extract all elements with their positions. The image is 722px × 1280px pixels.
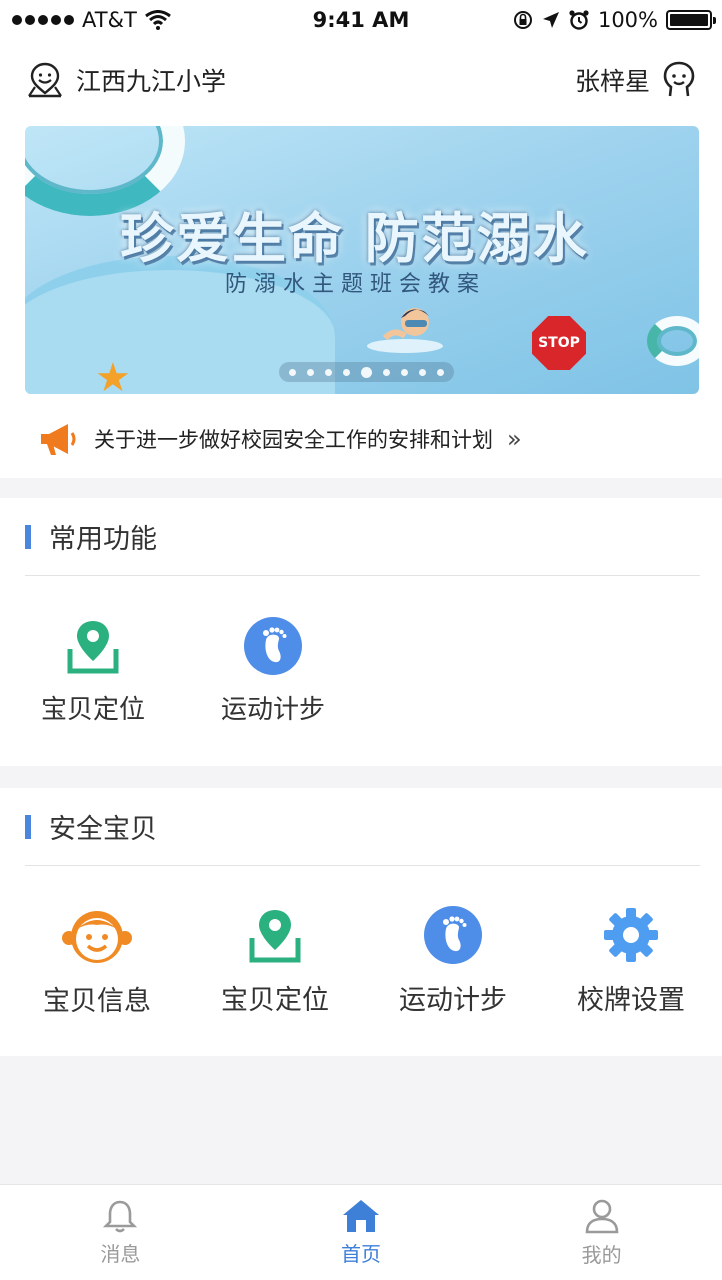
function-baby-location[interactable]: 宝贝定位 [3, 576, 183, 766]
function-step-count[interactable]: 运动计步 [183, 576, 363, 766]
school-name: 江西九江小学 [76, 67, 227, 96]
swimmer-illustration [367, 308, 443, 353]
gear-icon [604, 907, 658, 962]
child-face-icon [62, 910, 132, 963]
battery-percent: 100% [597, 8, 658, 32]
status-left: AT&T [12, 8, 171, 32]
carousel-indicator[interactable] [279, 362, 454, 382]
section-accent-bar [25, 814, 31, 839]
carousel-dot[interactable] [343, 368, 350, 376]
function-label: 运动计步 [220, 694, 325, 725]
footprint-icon [244, 616, 302, 675]
carousel-dot[interactable] [383, 368, 390, 376]
function-label: 运动计步 [399, 984, 507, 1016]
carousel-dot[interactable] [437, 368, 444, 376]
bell-icon [103, 1200, 138, 1233]
status-bar: AT&T 9:41 AM 100% [0, 0, 722, 40]
function-label: 宝贝定位 [221, 984, 329, 1016]
carousel-dot[interactable] [289, 368, 296, 376]
function-label: 宝贝定位 [40, 694, 145, 725]
tab-messages[interactable]: 消息 [0, 1185, 241, 1280]
carousel-dot-active[interactable] [361, 366, 372, 378]
bottom-tab-bar: 消息 首页 我的 [0, 1184, 722, 1280]
carousel-dot[interactable] [401, 368, 408, 376]
notice-more-icon: » [507, 425, 522, 453]
notice-bar[interactable]: 关于进一步做好校园安全工作的安排和计划 » [0, 400, 722, 478]
tab-home[interactable]: 首页 [241, 1185, 482, 1280]
megaphone-icon [41, 424, 76, 455]
status-right: 100% [512, 8, 716, 32]
notice-text: 关于进一步做好校园安全工作的安排和计划 [94, 428, 493, 452]
banner-subtitle: 防溺水主题班会教案 [225, 272, 487, 297]
alarm-icon [569, 10, 589, 30]
section-accent-bar [25, 524, 31, 549]
swim-ring-small-image [647, 316, 699, 366]
section-title: 常用功能 [49, 524, 157, 555]
function-step-count[interactable]: 运动计步 [364, 866, 542, 1056]
signal-icon [12, 15, 74, 25]
carousel-dot[interactable] [419, 368, 426, 376]
function-label: 校牌设置 [577, 984, 685, 1016]
function-label: 宝贝信息 [43, 985, 151, 1017]
starfish-image: ★ [95, 355, 131, 394]
person-icon [585, 1199, 618, 1234]
user-avatar-icon [663, 61, 695, 97]
banner-area: 珍爱生命 防范溺水 防溺水主题班会教案 STOP ★ [0, 120, 722, 400]
section-safe-baby: 安全宝贝 宝贝信息 宝贝定位 运动计步 校牌设置 [0, 788, 722, 1056]
section-header: 常用功能 [25, 498, 700, 576]
user-name: 张梓星 [574, 67, 650, 96]
section-header: 安全宝贝 [25, 788, 700, 866]
footprint-icon [424, 905, 482, 964]
tab-label: 消息 [100, 1242, 141, 1266]
carousel-dot[interactable] [307, 368, 314, 376]
tab-mine[interactable]: 我的 [481, 1185, 722, 1280]
section-title: 安全宝贝 [49, 814, 157, 845]
carousel-dot[interactable] [325, 368, 332, 376]
top-header: 江西九江小学 张梓星 [0, 40, 722, 120]
function-baby-location[interactable]: 宝贝定位 [186, 866, 364, 1056]
location-icon [542, 12, 559, 28]
wifi-icon [144, 10, 171, 30]
home-icon [343, 1200, 379, 1232]
location-pin-icon [249, 909, 301, 962]
tab-label: 我的 [581, 1243, 622, 1267]
battery-icon [666, 10, 716, 30]
location-pin-icon [67, 620, 119, 673]
orientation-lock-icon [513, 11, 532, 29]
school-selector[interactable]: 江西九江小学 [26, 61, 226, 99]
school-location-icon [28, 62, 62, 98]
user-profile[interactable]: 张梓星 [575, 61, 696, 99]
section-common-functions: 常用功能 宝贝定位 运动计步 [0, 498, 722, 766]
carrier-label: AT&T [82, 8, 137, 32]
banner-carousel[interactable]: 珍爱生命 防范溺水 防溺水主题班会教案 STOP ★ [25, 126, 699, 394]
function-baby-info[interactable]: 宝贝信息 [8, 866, 186, 1056]
function-grid: 宝贝信息 宝贝定位 运动计步 校牌设置 [0, 866, 722, 1056]
tab-label: 首页 [341, 1242, 381, 1266]
function-grid: 宝贝定位 运动计步 [0, 576, 722, 766]
banner-title: 珍爱生命 防范溺水 [120, 207, 589, 270]
stop-sign-image: STOP [532, 316, 586, 370]
function-badge-settings[interactable]: 校牌设置 [542, 866, 720, 1056]
